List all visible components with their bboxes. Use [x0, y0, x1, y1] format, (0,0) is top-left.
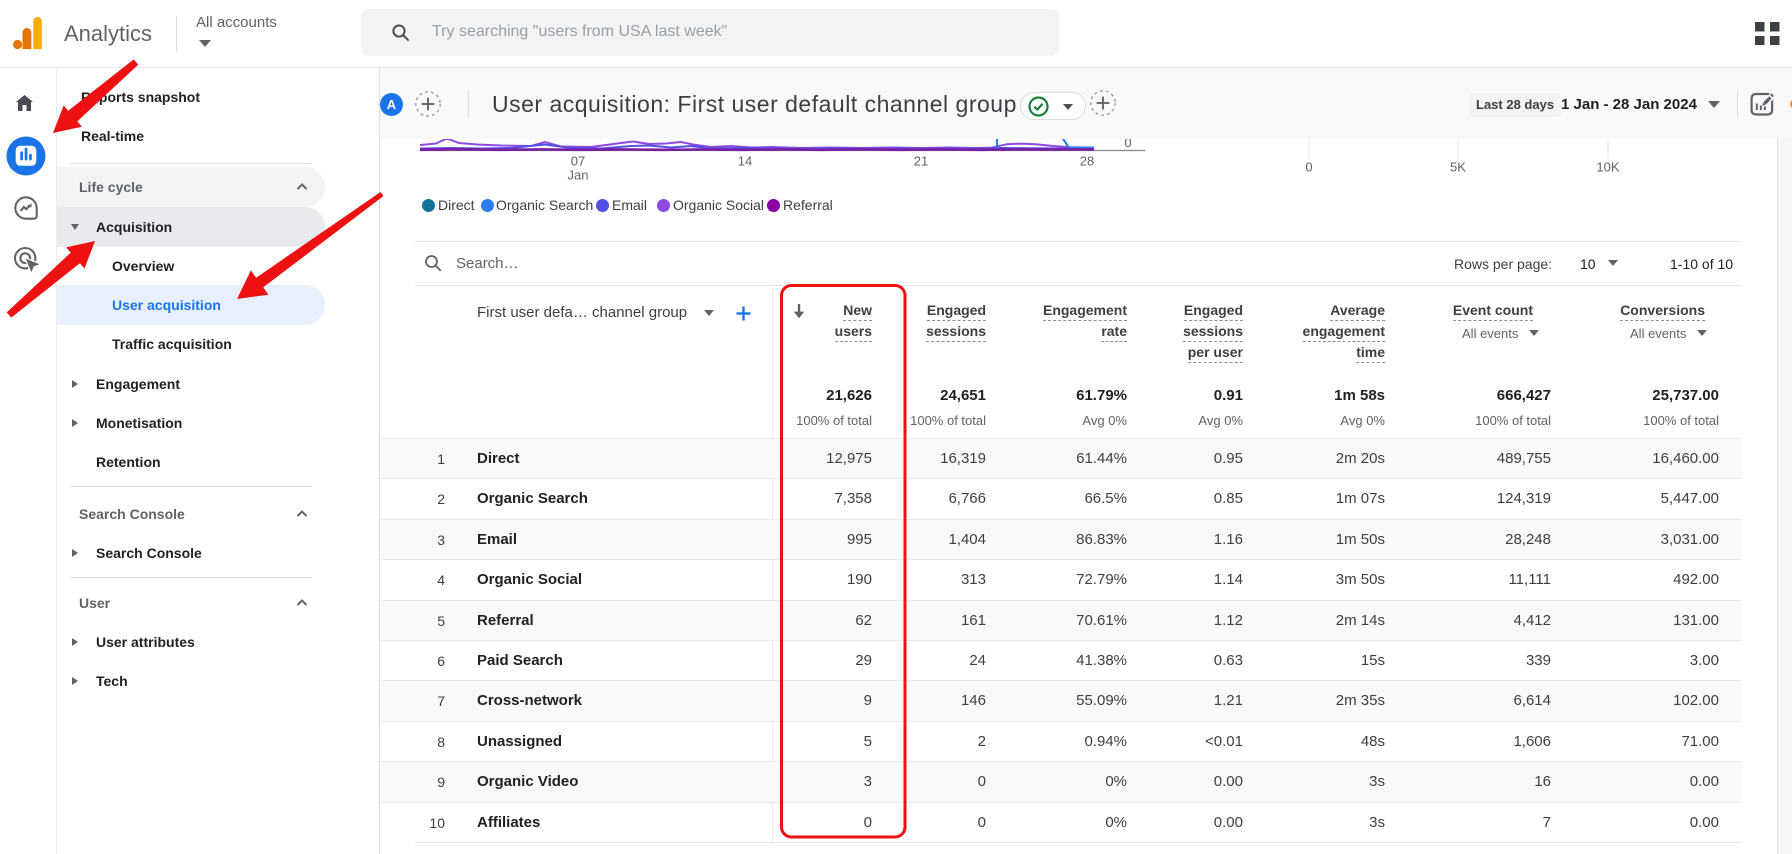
svg-text:5K: 5K [1450, 160, 1466, 175]
svg-text:21: 21 [914, 154, 928, 169]
svg-text:10K: 10K [1596, 160, 1619, 175]
svg-text:28: 28 [1080, 154, 1094, 169]
svg-text:07: 07 [571, 154, 585, 169]
svg-text:0: 0 [1305, 160, 1312, 175]
svg-text:Jan: Jan [568, 168, 589, 183]
svg-text:14: 14 [738, 154, 752, 169]
